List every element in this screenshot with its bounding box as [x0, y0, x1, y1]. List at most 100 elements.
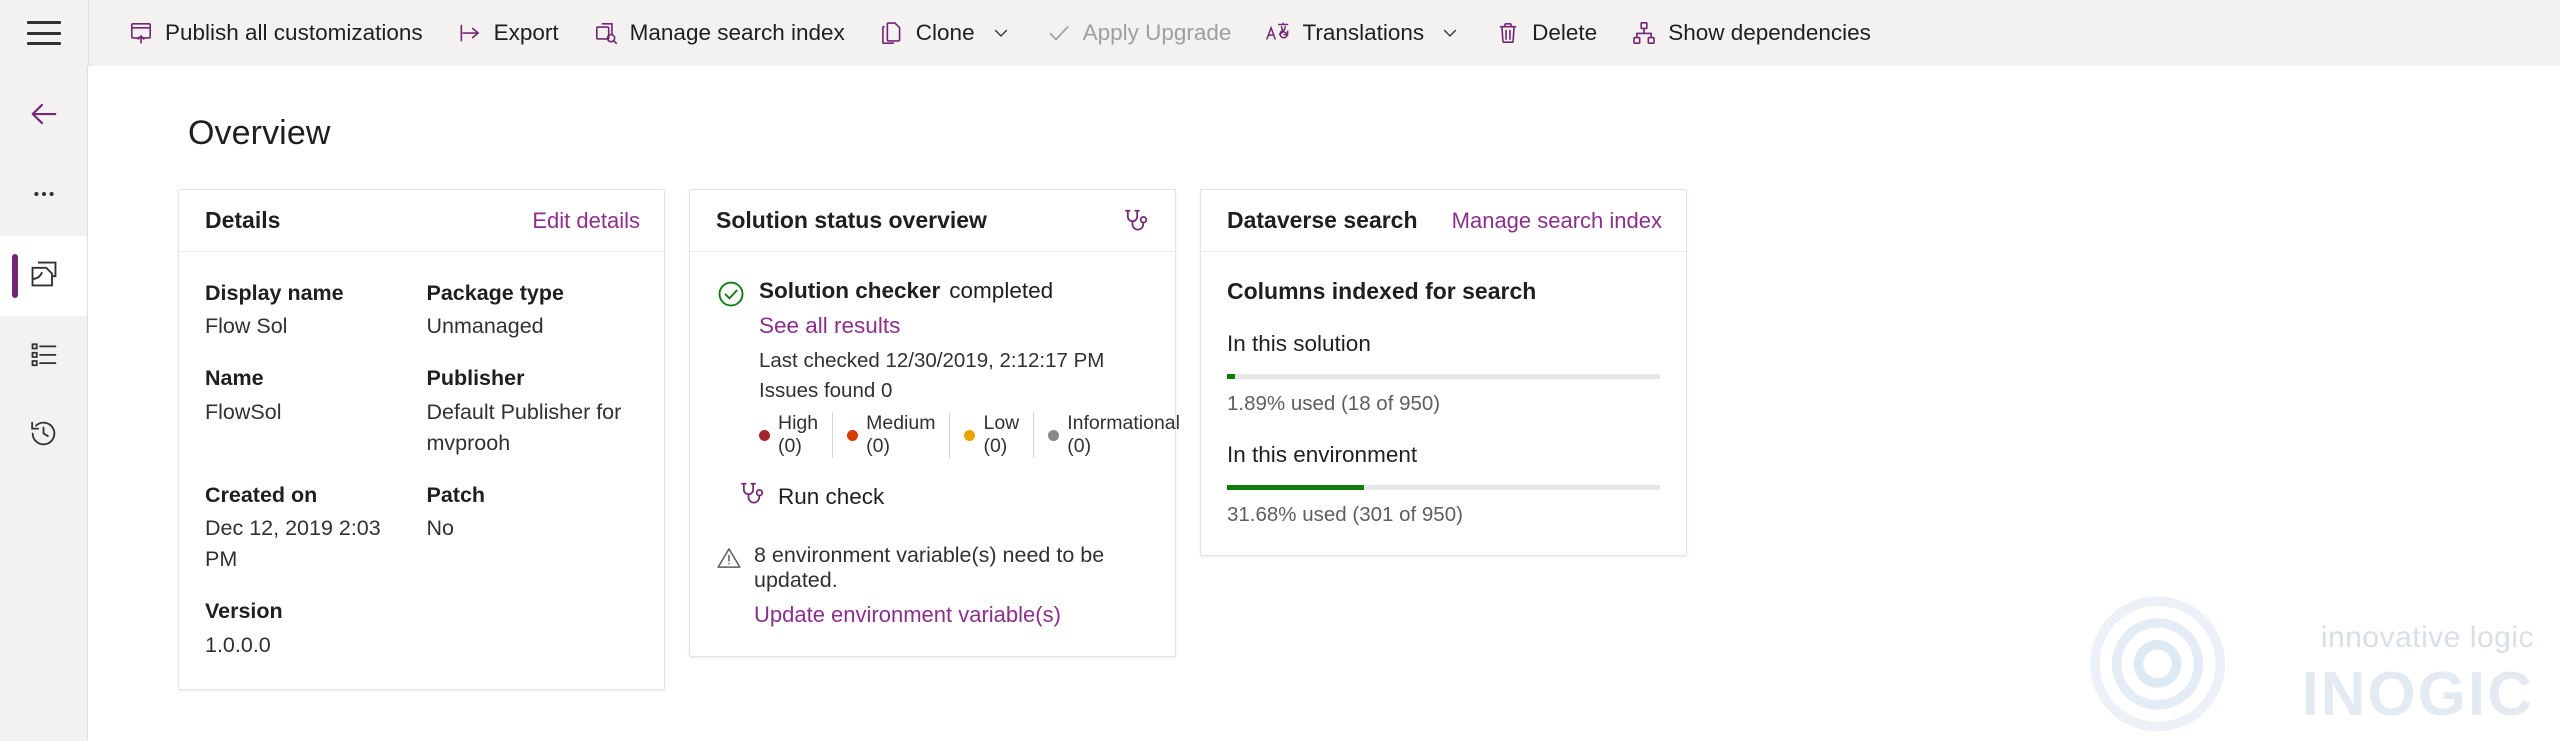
list-icon — [29, 339, 59, 374]
publish-all-customizations-button[interactable]: Publish all customizations — [111, 6, 440, 60]
dataverse-search-card-body: Columns indexed for search In this solut… — [1201, 252, 1686, 555]
detail-field-display-name: Display name Flow Sol — [205, 278, 417, 342]
clone-label: Clone — [915, 20, 975, 45]
translations-label: Translations — [1302, 20, 1425, 45]
detail-label: Publisher — [426, 366, 525, 391]
rail-item-objects[interactable] — [0, 316, 87, 396]
severity-label: Medium (0) — [866, 412, 936, 458]
back-arrow-icon — [27, 97, 61, 136]
export-button[interactable]: Export — [440, 6, 576, 60]
detail-value: 1.0.0.0 — [205, 632, 271, 657]
severity-dot — [759, 429, 770, 441]
severity-dot — [1048, 429, 1060, 441]
run-check-button[interactable]: Run check — [738, 480, 1149, 513]
delete-label: Delete — [1532, 20, 1598, 45]
columns-indexed-subtitle: Columns indexed for search — [1227, 278, 1537, 304]
dataverse-search-card-header: Dataverse search Manage search index — [1201, 190, 1686, 252]
solution-checker-details: Last checked 12/30/2019, 2:12:17 PM Issu… — [716, 346, 1180, 459]
manage-search-index-button[interactable]: Manage search index — [576, 6, 862, 60]
detail-field-name: Name FlowSol — [205, 363, 417, 459]
clone-icon — [879, 20, 905, 46]
solution-checker-name: Solution checker — [759, 278, 941, 303]
detail-value: Dec 12, 2019 2:03 PM — [205, 516, 381, 572]
search-usage-text: 31.68% used (301 of 950) — [1227, 503, 1463, 526]
rail-item-back[interactable] — [0, 76, 87, 156]
detail-value: Default Publisher for mvprooh — [426, 399, 622, 455]
stethoscope-icon[interactable] — [1121, 206, 1151, 236]
detail-value: FlowSol — [205, 399, 282, 424]
delete-button[interactable]: Delete — [1478, 6, 1614, 60]
edit-details-link[interactable]: Edit details — [532, 208, 640, 234]
solution-status-card-header: Solution status overview — [690, 190, 1175, 252]
show-dependencies-label: Show dependencies — [1668, 20, 1871, 45]
detail-value: Flow Sol — [205, 314, 288, 339]
dataverse-search-card: Dataverse search Manage search index Col… — [1200, 189, 1687, 556]
publish-icon — [128, 20, 154, 46]
chevron-down-icon — [1439, 22, 1461, 44]
details-card-title: Details — [205, 207, 281, 233]
details-card-header: Details Edit details — [179, 190, 664, 252]
detail-label: Version — [205, 599, 283, 624]
environment-variable-warning: 8 environment variable(s) need to be upd… — [716, 543, 1149, 593]
rail-item-overview[interactable] — [0, 236, 87, 316]
solution-status-card: Solution status overview Solution checke… — [689, 189, 1180, 658]
search-usage-in-this-environment: In this environment 31.68% used (301 of … — [1227, 442, 1660, 527]
detail-label: Display name — [205, 281, 344, 305]
page-body: Overview Details Edit details Display na… — [0, 66, 2560, 741]
manage-search-index-link[interactable]: Manage search index — [1452, 208, 1662, 234]
solution-status-card-body: Solution checker completed See all resul… — [690, 252, 1180, 656]
history-icon — [28, 418, 59, 454]
trash-icon — [1495, 20, 1521, 46]
detail-value: Unmanaged — [426, 314, 544, 339]
rail-item-history[interactable] — [0, 396, 87, 476]
ellipsis-icon — [31, 181, 57, 212]
top-strip: Publish all customizations Export Manage… — [0, 0, 2560, 66]
site-menu-button[interactable] — [0, 0, 88, 66]
last-checked-text: Last checked 12/30/2019, 2:12:17 PM — [759, 349, 1105, 372]
publish-all-customizations-label: Publish all customizations — [165, 20, 423, 45]
stethoscope-icon — [738, 480, 766, 513]
manage-search-index-label: Manage search index — [629, 20, 845, 45]
environment-variable-warning-text: 8 environment variable(s) need to be upd… — [754, 543, 1105, 593]
search-usage-progress-fill — [1227, 374, 1236, 379]
detail-field-package-type: Package type Unmanaged — [427, 278, 639, 342]
severity-summary: High (0) Medium (0) Low (0) Informationa… — [759, 412, 1180, 459]
cards-row: Details Edit details Display name Flow S… — [88, 153, 2560, 690]
success-check-icon — [716, 279, 746, 309]
apply-upgrade-button[interactable]: Apply Upgrade — [1029, 6, 1249, 60]
update-environment-variables-link[interactable]: Update environment variable(s) — [754, 602, 1061, 628]
page-title: Overview — [188, 114, 331, 152]
details-card-body: Display name Flow Sol Package type Unman… — [179, 252, 664, 689]
solution-icon — [28, 258, 60, 295]
search-usage-progress-fill — [1227, 485, 1365, 490]
solution-checker-status-row: Solution checker completed See all resul… — [716, 278, 1149, 339]
export-icon — [457, 20, 483, 46]
checkmark-icon — [1046, 20, 1072, 46]
translations-button[interactable]: Translations — [1248, 6, 1478, 60]
apply-upgrade-label: Apply Upgrade — [1082, 20, 1232, 45]
dependencies-icon — [1631, 20, 1657, 46]
severity-dot — [847, 429, 859, 441]
export-label: Export — [493, 20, 559, 45]
content-area: Overview Details Edit details Display na… — [88, 66, 2560, 741]
severity-label: Low (0) — [983, 412, 1020, 458]
clone-button[interactable]: Clone — [862, 6, 1029, 60]
rail-item-more[interactable] — [0, 156, 87, 236]
warning-icon — [716, 545, 742, 571]
severity-label: Informational (0) — [1067, 412, 1180, 458]
search-usage-in-this-solution: In this solution 1.89% used (18 of 950) — [1227, 331, 1660, 416]
detail-field-created-on: Created on Dec 12, 2019 2:03 PM — [205, 480, 417, 576]
see-all-results-link[interactable]: See all results — [759, 313, 900, 339]
severity-dot — [964, 429, 976, 441]
command-bar: Publish all customizations Export Manage… — [88, 0, 2560, 66]
detail-label: Package type — [426, 281, 564, 305]
solution-checker-state: completed — [949, 278, 1054, 303]
hamburger-icon — [27, 21, 61, 45]
show-dependencies-button[interactable]: Show dependencies — [1614, 6, 1888, 60]
detail-field-patch: Patch No — [427, 480, 639, 576]
left-rail — [0, 66, 88, 741]
solution-status-card-title: Solution status overview — [716, 207, 987, 233]
search-usage-progress-track — [1227, 374, 1660, 379]
chevron-down-icon — [990, 22, 1012, 44]
details-field-grid: Display name Flow Sol Package type Unman… — [205, 278, 638, 661]
